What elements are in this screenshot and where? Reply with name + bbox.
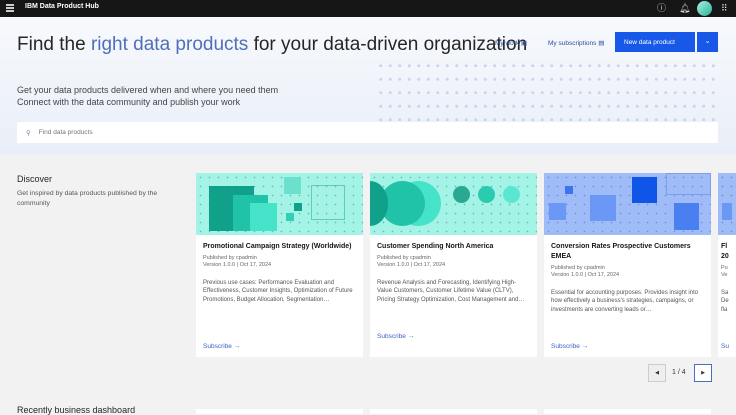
discover-subtitle: Get inspired by data products published … — [17, 190, 158, 207]
card-title[interactable]: Fl 20 — [721, 242, 735, 262]
hero-banner: Find the right data products for your da… — [0, 17, 736, 155]
subscribe-link[interactable]: Subscribe → — [377, 333, 414, 340]
card-description: Essential for accounting purposes. Provi… — [551, 290, 699, 313]
card-description: Sa De fla — [721, 290, 729, 313]
previous-page-button[interactable]: ◀ — [648, 364, 666, 382]
card-publisher: Published by cpadmin — [551, 265, 605, 271]
subscribe-link[interactable]: Subscribe → — [203, 343, 240, 350]
card-version: Version 1.0.0 | Oct 17, 2024 — [203, 262, 272, 268]
card-version: Ve — [721, 272, 728, 278]
app-title: IBM Data Product Hub — [25, 3, 99, 10]
page-indicator: 1 / 4 — [672, 369, 686, 376]
avatar[interactable] — [697, 1, 712, 16]
app-switcher-icon[interactable]: ⠿ — [721, 3, 728, 13]
card-publisher: Published by cpadmin — [377, 255, 431, 261]
hero-subtitle: Get your data products delivered when an… — [17, 85, 279, 107]
decorative-dot-pattern — [376, 59, 716, 129]
notification-bell-icon[interactable]: 🔔︎ — [679, 3, 690, 13]
card-title[interactable]: Conversion Rates Prospective Customers E… — [551, 242, 704, 262]
card-description: Revenue Analysis and Forecasting, Identi… — [377, 280, 525, 303]
data-product-card[interactable] — [544, 409, 711, 414]
data-product-card[interactable]: Conversion Rates Prospective Customers E… — [544, 173, 711, 357]
search-icon: ⚲ — [26, 129, 31, 137]
search-input[interactable] — [38, 129, 639, 136]
my-work-link[interactable]: My work ▣ — [495, 39, 527, 47]
card-description: Previous use cases: Performance Evaluati… — [203, 280, 353, 303]
my-subscriptions-link[interactable]: My subscriptions ▤ — [548, 39, 604, 47]
data-product-card[interactable] — [196, 409, 363, 414]
card-illustration — [718, 173, 736, 235]
card-illustration — [196, 173, 363, 235]
search-bar[interactable]: ⚲ — [17, 122, 718, 143]
next-page-button[interactable]: ▶ — [694, 364, 712, 382]
data-product-card[interactable]: Customer Spending North America Publishe… — [370, 173, 537, 357]
card-title[interactable]: Customer Spending North America — [377, 242, 530, 252]
card-illustration — [544, 173, 711, 235]
subscribe-link[interactable]: Subscribe → — [551, 343, 588, 350]
new-data-product-button[interactable]: New data product — [615, 32, 695, 52]
data-product-card[interactable]: Promotional Campaign Strategy (Worldwide… — [196, 173, 363, 357]
card-publisher: Pu — [721, 265, 728, 271]
card-illustration — [370, 173, 537, 235]
page-title: Find the right data products for your da… — [17, 34, 528, 55]
top-bar: IBM Data Product Hub ⓘ 🔔︎ ⠿ — [0, 0, 736, 17]
chevron-down-icon[interactable]: ⌄ — [697, 32, 718, 52]
section-title: Recently business dashboard — [17, 405, 136, 415]
card-title[interactable]: Promotional Campaign Strategy (Worldwide… — [203, 242, 356, 252]
card-version: Version 1.0.0 | Oct 17, 2024 — [551, 272, 620, 278]
data-product-card[interactable] — [370, 409, 537, 414]
card-version: Version 1.0.0 | Oct 17, 2024 — [377, 262, 446, 268]
hamburger-menu-icon[interactable] — [6, 4, 14, 12]
discover-title: Discover — [17, 174, 53, 184]
data-product-card[interactable]: Fl 20 Pu Ve Sa De fla Su — [718, 173, 736, 357]
card-publisher: Published by cpadmin — [203, 255, 257, 261]
help-icon[interactable]: ⓘ — [657, 3, 666, 13]
subscribe-link[interactable]: Su — [721, 343, 729, 350]
